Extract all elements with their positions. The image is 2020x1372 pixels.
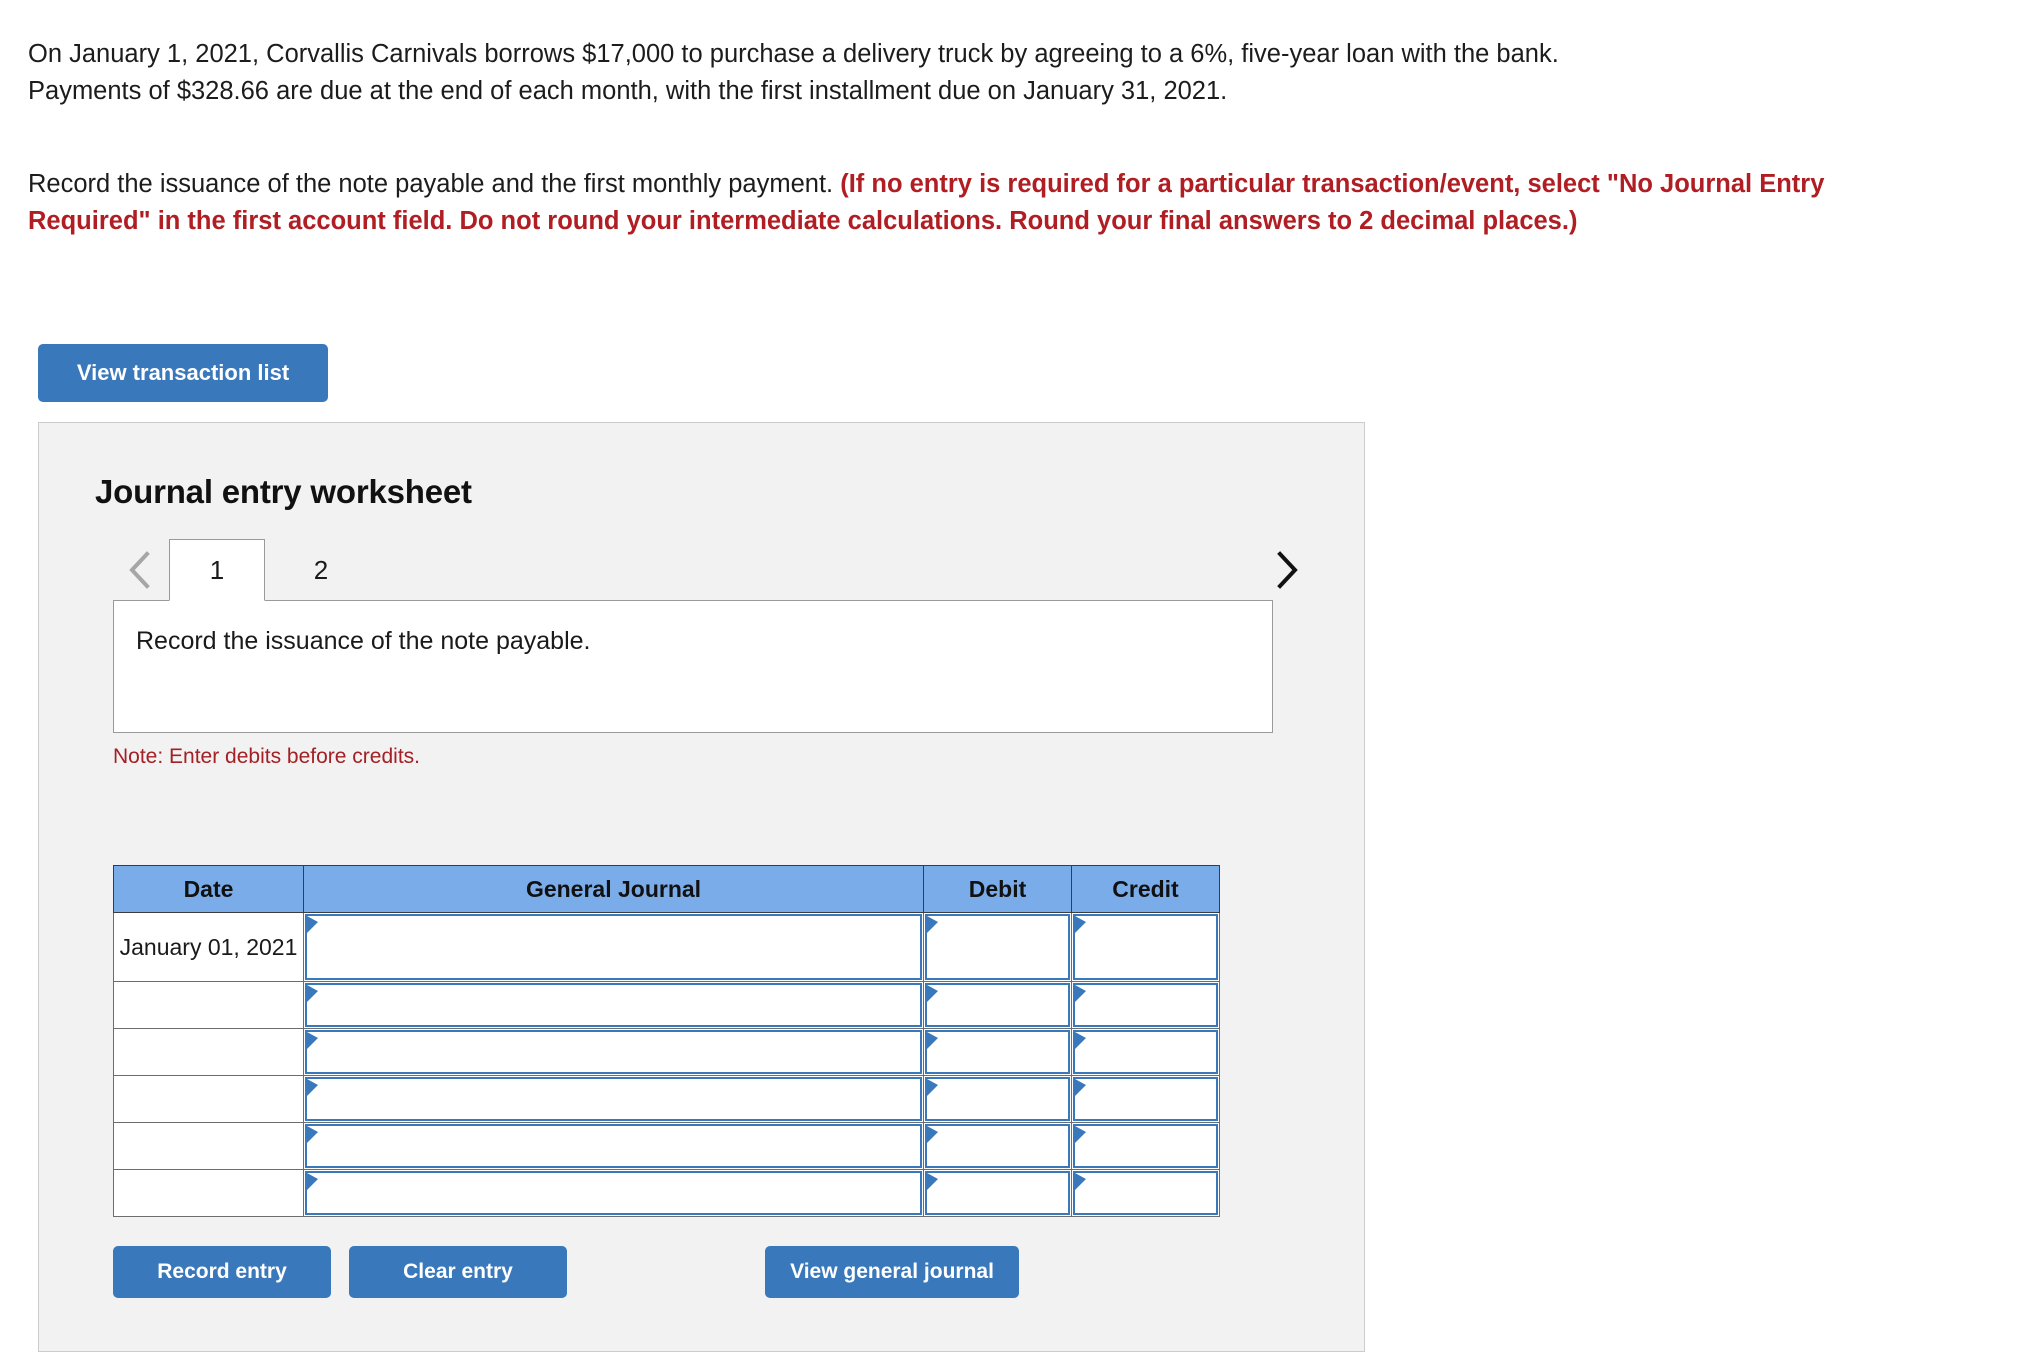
credit-input[interactable]	[1073, 1124, 1218, 1168]
general-journal-input[interactable]	[305, 983, 922, 1027]
credit-cell[interactable]	[1071, 981, 1220, 1029]
instructions-plain-text: Record the issuance of the note payable …	[28, 170, 841, 198]
credit-input[interactable]	[1073, 1030, 1218, 1074]
date-cell[interactable]	[113, 1122, 304, 1170]
problem-statement-line-2: Payments of $328.66 are due at the end o…	[28, 77, 1228, 105]
credit-cell[interactable]	[1071, 1028, 1220, 1076]
debit-cell[interactable]	[923, 981, 1072, 1029]
table-row	[113, 1122, 1220, 1170]
credit-cell[interactable]	[1071, 1122, 1220, 1170]
journal-entry-worksheet-panel: Journal entry worksheet 1 2 Record the i…	[38, 422, 1365, 1352]
record-entry-button[interactable]: Record entry	[113, 1246, 331, 1298]
tab-1-label: 1	[209, 554, 225, 585]
credit-input[interactable]	[1073, 983, 1218, 1027]
tab-1[interactable]: 1	[169, 539, 265, 601]
previous-tab-button[interactable]	[117, 539, 163, 601]
clear-entry-button[interactable]: Clear entry	[349, 1246, 567, 1298]
debits-before-credits-note: Note: Enter debits before credits.	[113, 745, 420, 768]
date-cell: January 01, 2021	[113, 912, 304, 982]
credit-cell[interactable]	[1071, 1169, 1220, 1217]
general-journal-cell[interactable]	[303, 1028, 924, 1076]
general-journal-input[interactable]	[305, 914, 922, 980]
debit-cell[interactable]	[923, 1075, 1072, 1123]
debit-cell[interactable]	[923, 1122, 1072, 1170]
instructions: Record the issuance of the note payable …	[28, 166, 1918, 240]
credit-cell[interactable]	[1071, 1075, 1220, 1123]
credit-input[interactable]	[1073, 914, 1218, 980]
debit-cell[interactable]	[923, 912, 1072, 982]
transaction-description-box: Record the issuance of the note payable.	[113, 600, 1273, 733]
date-cell[interactable]	[113, 1028, 304, 1076]
page-root: On January 1, 2021, Corvallis Carnivals …	[0, 0, 2020, 1372]
debit-input[interactable]	[925, 983, 1070, 1027]
tab-2[interactable]: 2	[273, 539, 369, 601]
table-header-row: Date General Journal Debit Credit	[113, 865, 1220, 913]
column-header-debit: Debit	[923, 865, 1072, 913]
debit-input[interactable]	[925, 914, 1070, 980]
tab-2-label: 2	[313, 554, 329, 585]
debit-input[interactable]	[925, 1030, 1070, 1074]
debit-cell[interactable]	[923, 1028, 1072, 1076]
credit-cell[interactable]	[1071, 912, 1220, 982]
view-transaction-list-button[interactable]: View transaction list	[38, 344, 328, 402]
date-cell[interactable]	[113, 981, 304, 1029]
column-header-general-journal: General Journal	[303, 865, 924, 913]
general-journal-cell[interactable]	[303, 981, 924, 1029]
table-row	[113, 1028, 1220, 1076]
general-journal-cell[interactable]	[303, 1169, 924, 1217]
general-journal-input[interactable]	[305, 1171, 922, 1215]
chevron-left-icon	[127, 550, 153, 590]
debit-cell[interactable]	[923, 1169, 1072, 1217]
column-header-date: Date	[113, 865, 304, 913]
view-general-journal-button[interactable]: View general journal	[765, 1246, 1019, 1298]
transaction-description-text: Record the issuance of the note payable.	[136, 627, 591, 655]
general-journal-input[interactable]	[305, 1030, 922, 1074]
credit-input[interactable]	[1073, 1171, 1218, 1215]
general-journal-cell[interactable]	[303, 1122, 924, 1170]
general-journal-cell[interactable]	[303, 912, 924, 982]
debit-input[interactable]	[925, 1171, 1070, 1215]
worksheet-title: Journal entry worksheet	[95, 473, 472, 510]
table-row	[113, 1075, 1220, 1123]
table-row: January 01, 2021	[113, 912, 1220, 982]
column-header-credit: Credit	[1071, 865, 1220, 913]
debit-input[interactable]	[925, 1124, 1070, 1168]
worksheet-tabs: 1 2	[95, 539, 1310, 601]
credit-input[interactable]	[1073, 1077, 1218, 1121]
journal-entry-table: Date General Journal Debit Credit Januar…	[113, 865, 1220, 1217]
chevron-right-icon	[1274, 550, 1300, 590]
problem-statement: On January 1, 2021, Corvallis Carnivals …	[28, 36, 1978, 110]
table-row	[113, 981, 1220, 1029]
general-journal-input[interactable]	[305, 1124, 922, 1168]
general-journal-input[interactable]	[305, 1077, 922, 1121]
table-row	[113, 1169, 1220, 1217]
next-tab-button[interactable]	[1264, 539, 1310, 601]
problem-statement-line-1: On January 1, 2021, Corvallis Carnivals …	[28, 40, 1559, 68]
general-journal-cell[interactable]	[303, 1075, 924, 1123]
date-cell[interactable]	[113, 1169, 304, 1217]
debit-input[interactable]	[925, 1077, 1070, 1121]
date-cell[interactable]	[113, 1075, 304, 1123]
